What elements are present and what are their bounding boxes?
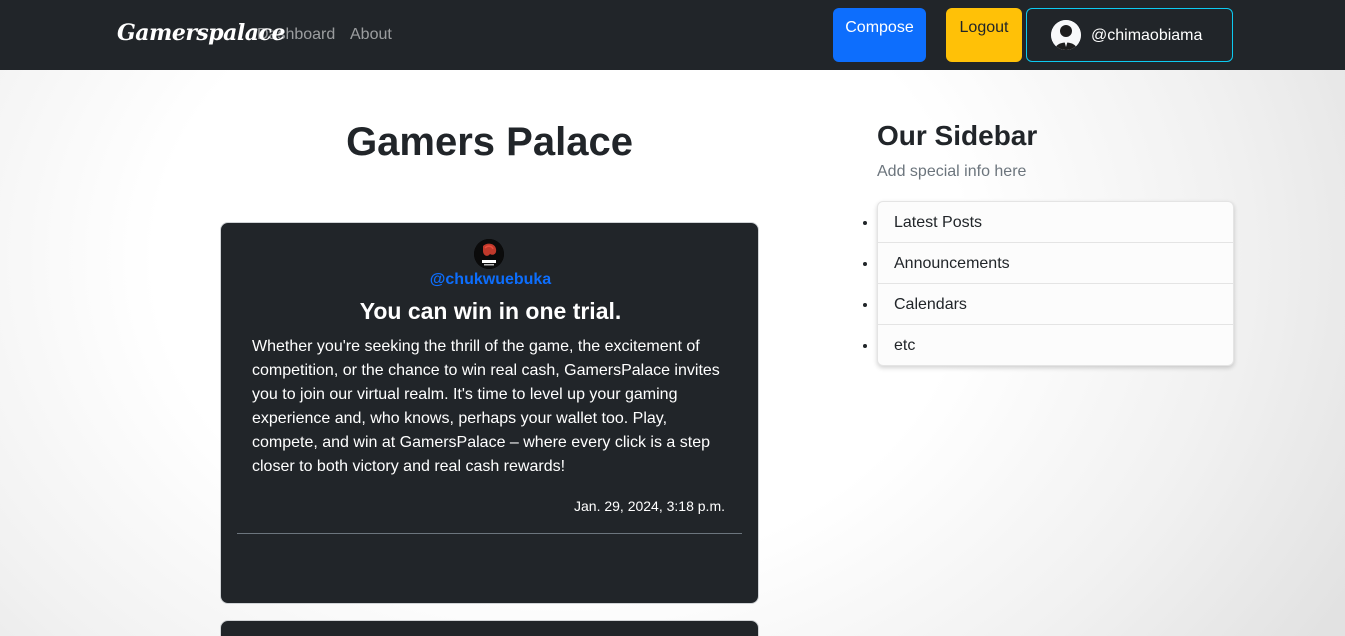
sidebar-title: Our Sidebar bbox=[877, 120, 1038, 151]
card-divider bbox=[237, 533, 742, 534]
post-card: @chukwuebuka You can win in one trial. W… bbox=[220, 222, 759, 604]
sidebar-item-calendars[interactable]: Calendars bbox=[878, 284, 1233, 325]
sidebar-list: Latest Posts Announcements Calendars etc bbox=[877, 201, 1234, 366]
post-card-next bbox=[220, 620, 759, 636]
post-title[interactable]: You can win in one trial. bbox=[221, 298, 760, 325]
nav-link-about[interactable]: About bbox=[350, 26, 392, 44]
nav-link-dashboard[interactable]: Dashboard bbox=[257, 26, 335, 44]
gamer-logo-icon bbox=[474, 239, 504, 269]
page-title: Gamers Palace bbox=[346, 120, 633, 164]
person-silhouette-icon bbox=[1051, 20, 1081, 50]
sidebar-item-announcements[interactable]: Announcements bbox=[878, 243, 1233, 284]
sidebar-item-etc[interactable]: etc bbox=[878, 325, 1233, 365]
post-body: Whether you're seeking the thrill of the… bbox=[252, 338, 720, 475]
navbar: Gamerspalace Dashboard About Compose Log… bbox=[0, 0, 1345, 70]
post-date: Jan. 29, 2024, 3:18 p.m. bbox=[574, 498, 725, 514]
logout-button[interactable]: Logout bbox=[946, 8, 1022, 62]
compose-button[interactable]: Compose bbox=[833, 8, 926, 62]
post-author-link[interactable]: @chukwuebuka bbox=[221, 271, 760, 289]
sidebar-subtitle: Add special info here bbox=[877, 163, 1027, 180]
sidebar-item-latest-posts[interactable]: Latest Posts bbox=[878, 202, 1233, 243]
username-label: @chimaobiama bbox=[1091, 27, 1203, 44]
user-profile-button[interactable]: @chimaobiama bbox=[1026, 8, 1233, 62]
